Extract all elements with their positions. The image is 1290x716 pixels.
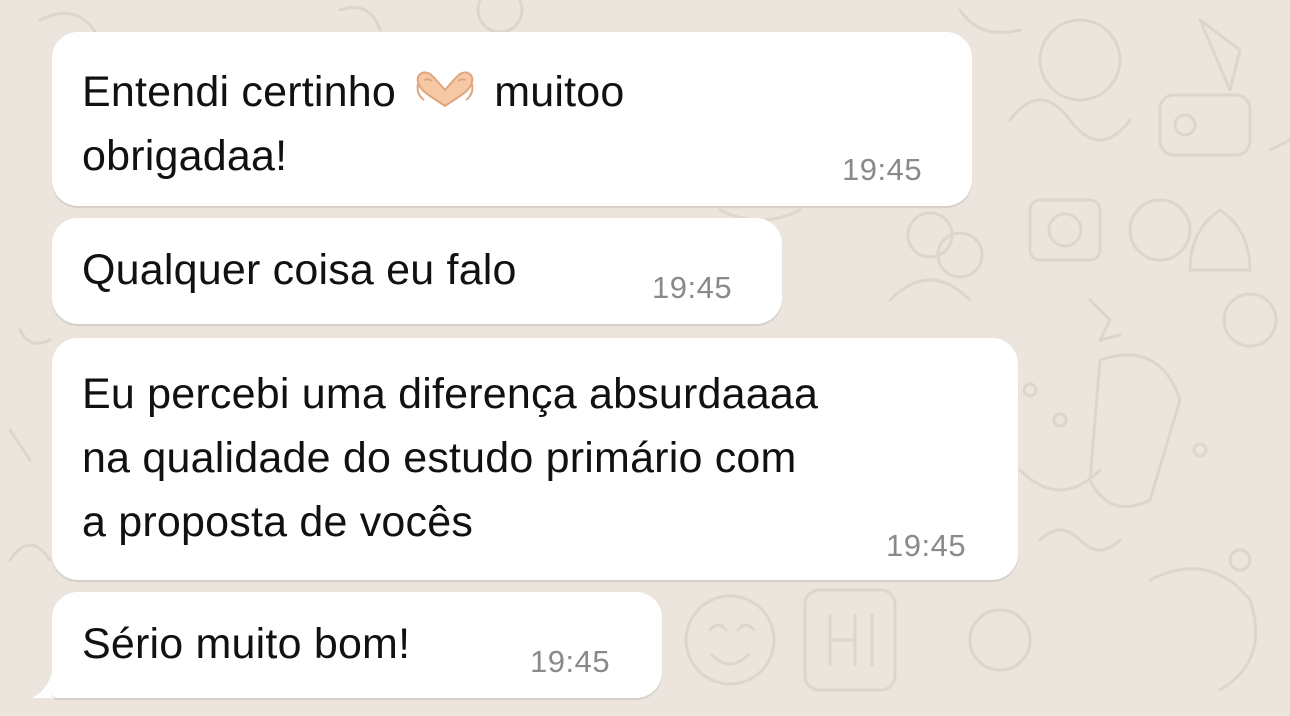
- message-timestamp: 19:45: [652, 270, 733, 305]
- message-bubble[interactable]: Entendi certinho muitoo obrigadaa! 19:45: [52, 32, 972, 206]
- message-bubble[interactable]: Qualquer coisa eu falo 19:45: [52, 218, 782, 324]
- message-timestamp: 19:45: [530, 644, 611, 679]
- message-text-part: obrigadaa!: [82, 132, 288, 180]
- message-text-part: Entendi certinho: [82, 68, 409, 116]
- message-text: Qualquer coisa eu falo: [82, 246, 517, 294]
- heart-hands-emoji-icon: [416, 71, 474, 108]
- message-timestamp: 19:45: [842, 152, 923, 187]
- message-text-part: muitoo: [482, 68, 625, 116]
- message-text: Eu percebi uma diferença absurdaaaa na q…: [82, 370, 819, 546]
- message-bubble[interactable]: Eu percebi uma diferença absurdaaaa na q…: [52, 338, 1018, 580]
- message-timestamp: 19:45: [886, 528, 967, 563]
- message-text: Sério muito bom!: [82, 620, 411, 668]
- message-text: Entendi certinho muitoo obrigadaa!: [82, 60, 625, 188]
- message-bubble[interactable]: Sério muito bom! 19:45: [52, 592, 662, 698]
